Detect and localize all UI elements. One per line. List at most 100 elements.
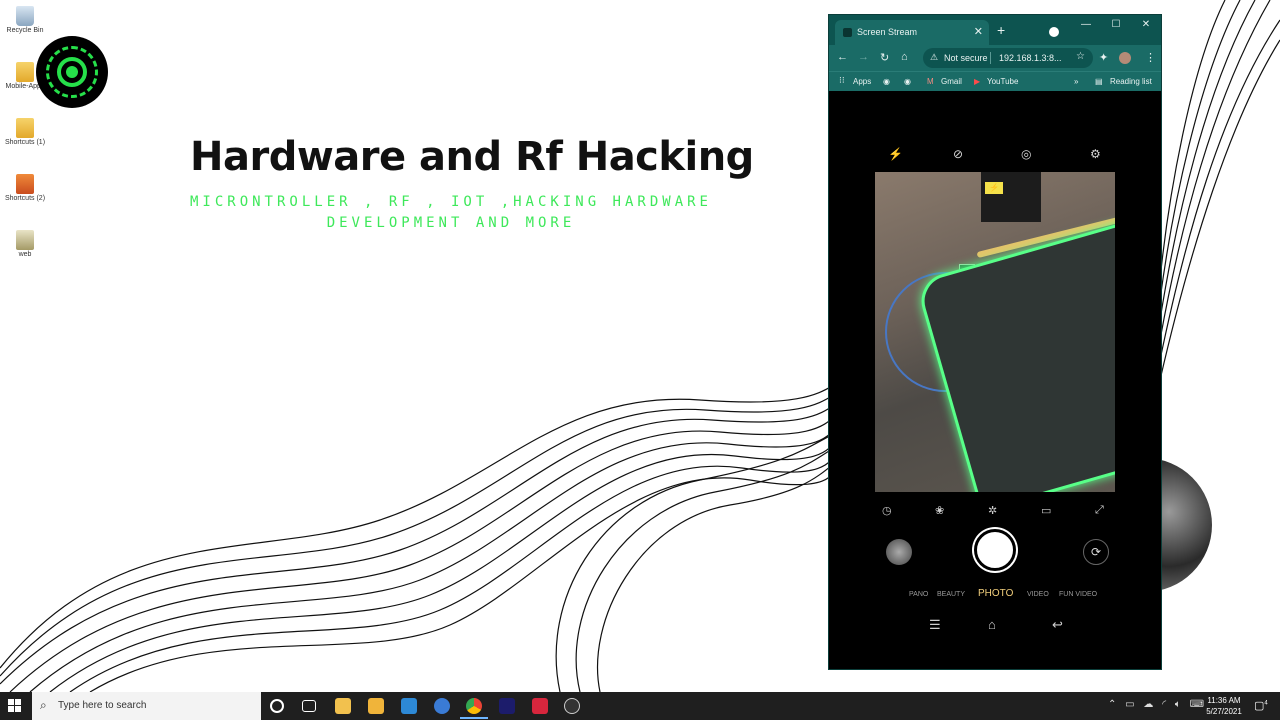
file-explorer-icon[interactable] — [335, 698, 351, 714]
extensions-puzzle-icon[interactable]: ✦ — [1099, 51, 1108, 64]
bookmark-gmail[interactable]: Gmail — [941, 77, 962, 86]
desktop-icon-shortcuts-2[interactable]: Shortcuts (2) — [2, 174, 48, 203]
taskbar-clock[interactable]: 11:36 AM 5/27/2021 — [1200, 695, 1248, 717]
task-view-icon[interactable] — [302, 700, 316, 712]
config-file-icon — [16, 230, 34, 250]
desktop-icon-recycle-bin[interactable]: Recycle Bin — [2, 6, 48, 35]
close-tab-icon[interactable]: ✕ — [974, 25, 983, 38]
back-arrow-icon[interactable]: ← — [837, 51, 848, 63]
hero-subtitle-line: DEVELOPMENT AND MORE — [326, 215, 576, 231]
flash-icon[interactable]: ⚡ — [888, 147, 903, 161]
forward-arrow-icon[interactable]: → — [858, 51, 869, 63]
tab-title: Screen Stream — [857, 27, 918, 37]
volume-icon[interactable]: 🔈︎ — [1175, 699, 1181, 710]
bookmark-star-icon[interactable]: ☆ — [1076, 51, 1085, 62]
notification-center-icon[interactable]: ▢4 — [1254, 699, 1268, 712]
hero-subtitle: MICRONTROLLER , RF , IOT ,HACKING HARDWA… — [186, 192, 716, 234]
aperture-icon[interactable]: ✲ — [988, 504, 997, 517]
ide-icon[interactable] — [499, 698, 515, 714]
gallery-thumbnail[interactable] — [886, 539, 912, 565]
desktop-icon-web[interactable]: web — [2, 230, 48, 259]
camera-app-icon[interactable] — [564, 698, 580, 714]
folder-icon — [16, 62, 34, 82]
wifi-icon[interactable]: ◜ — [1162, 699, 1166, 710]
network-icon[interactable]: ▭ — [1125, 699, 1134, 710]
home-icon[interactable]: ⌂ — [901, 51, 908, 63]
recycle-bin-icon — [16, 6, 34, 26]
more-menu-icon[interactable]: ⋮ — [1145, 51, 1156, 64]
browser-toolbar: ← → ↻ ⌂ ⚠ Not secure 192.168.1.3:8... ☆ … — [829, 45, 1161, 71]
url-text: 192.168.1.3:8... — [999, 53, 1061, 63]
mode-pano[interactable]: PANO — [909, 591, 928, 598]
timer-icon[interactable]: ◷ — [882, 504, 892, 517]
clock-date: 5/27/2021 — [1206, 707, 1242, 716]
screen-stream-favicon-icon — [843, 28, 852, 37]
security-label: Not secure — [944, 53, 988, 63]
mail-icon[interactable] — [401, 698, 417, 714]
bookmark-globe-icon[interactable]: ◉ — [904, 77, 911, 86]
shutter-button[interactable] — [974, 529, 1016, 571]
switch-camera-icon[interactable]: ⟳ — [1083, 539, 1109, 565]
hdr-off-icon[interactable]: ⊘ — [953, 147, 963, 161]
minimize-window-icon[interactable]: — — [1079, 19, 1093, 30]
logo-core — [66, 66, 78, 78]
address-bar[interactable]: ⚠ Not secure 192.168.1.3:8... ☆ — [923, 48, 1093, 68]
mode-fun-video[interactable]: FUN VIDEO — [1059, 591, 1097, 598]
close-window-icon[interactable]: ✕ — [1139, 19, 1153, 30]
taskbar-search-box[interactable]: ⌕ Type here to search — [32, 692, 261, 720]
windows-taskbar: ⌕ Type here to search ⌃ ▭ ☁ ◜ 🔈︎ ⌨ 11:36… — [0, 692, 1280, 720]
android-menu-icon[interactable]: ☰ — [929, 617, 941, 633]
show-hidden-icons-chevron-icon[interactable]: ⌃ — [1108, 699, 1116, 710]
mode-beauty[interactable]: BEAUTY — [937, 591, 965, 598]
android-back-icon[interactable]: ↩ — [1052, 617, 1063, 633]
filters-icon[interactable]: ❀ — [935, 504, 944, 517]
folder-icon — [16, 118, 34, 138]
bookmark-globe-icon[interactable]: ◉ — [883, 77, 890, 86]
camera-preview: ⚡ — [875, 172, 1115, 492]
desktop-icon-shortcuts-1[interactable]: Shortcuts (1) — [2, 118, 48, 147]
desktop-icon-label: web — [18, 251, 32, 258]
hero-title: Hardware and Rf Hacking — [190, 134, 754, 180]
desktop-icon-label: Shortcuts (1) — [4, 139, 46, 146]
resolution-icon[interactable]: ▭ — [1041, 504, 1051, 517]
mode-video[interactable]: VIDEO — [1027, 591, 1049, 598]
maximize-window-icon[interactable]: ☐ — [1109, 19, 1123, 30]
bookmark-apps[interactable]: Apps — [853, 77, 871, 86]
mode-photo[interactable]: PHOTO — [978, 588, 1013, 599]
preview-dark-object — [981, 172, 1041, 222]
bookmarks-bar: ⁝⁝ Apps ◉ ◉ M Gmail ▶ YouTube » ▤ Readin… — [829, 71, 1161, 91]
screen-recorder-icon[interactable] — [532, 698, 548, 714]
preview-rgb-mousepad — [915, 210, 1115, 492]
cloud-icon[interactable]: ☁ — [1143, 699, 1153, 710]
aspect-ratio-icon[interactable]: ⤢ — [1095, 504, 1104, 517]
chrome-icon[interactable] — [466, 698, 482, 714]
profile-avatar-icon[interactable] — [1119, 52, 1131, 64]
screen-stream-viewport: ⚡ ⊘ ◎ ⚙ ⚡ ◷ ❀ ✲ ▭ ⤢ ⟳ PANO BEAUTY PHOTO … — [829, 91, 1161, 669]
desktop-icon-label: Shortcuts (2) — [4, 195, 46, 202]
reading-list-button[interactable]: Reading list — [1110, 77, 1152, 86]
circular-logo — [36, 36, 108, 108]
browser-tab[interactable]: Screen Stream ✕ — [835, 20, 989, 45]
live-photo-icon[interactable]: ◎ — [1021, 147, 1031, 161]
store-icon[interactable] — [368, 698, 384, 714]
reload-icon[interactable]: ↻ — [880, 51, 889, 64]
address-separator — [990, 52, 991, 64]
browser-window: Screen Stream ✕ + — ☐ ✕ ← → ↻ ⌂ ⚠ Not se… — [828, 14, 1162, 670]
reading-list-icon: ▤ — [1095, 77, 1103, 86]
apps-grid-icon[interactable]: ⁝⁝ — [839, 75, 845, 86]
search-placeholder: Type here to search — [58, 700, 147, 711]
clock-time: 11:36 AM — [1207, 696, 1241, 705]
browser-tab-bar: Screen Stream ✕ + — ☐ ✕ — [829, 15, 1161, 45]
cortana-icon[interactable] — [270, 699, 284, 713]
windows-start-icon[interactable] — [8, 699, 22, 713]
edge-icon[interactable] — [434, 698, 450, 714]
tab-search-icon[interactable] — [1049, 27, 1059, 37]
camera-settings-gear-icon[interactable]: ⚙ — [1090, 147, 1101, 161]
more-bookmarks-chevron-icon[interactable]: » — [1074, 77, 1078, 86]
android-home-icon[interactable]: ⌂ — [988, 617, 996, 632]
new-tab-plus-icon[interactable]: + — [997, 22, 1005, 38]
active-app-indicator — [460, 717, 488, 719]
bookmark-youtube[interactable]: YouTube — [987, 77, 1018, 86]
search-icon: ⌕ — [40, 698, 47, 712]
desktop-icon-label: Recycle Bin — [6, 27, 44, 34]
